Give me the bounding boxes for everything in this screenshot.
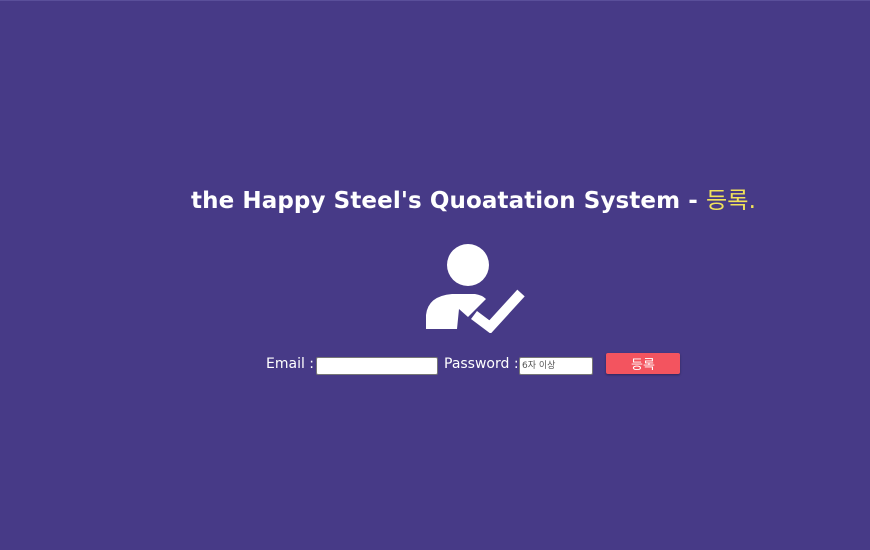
registration-page: the Happy Steel's Quoatation System - 등록… [0, 0, 870, 550]
password-field[interactable] [519, 357, 593, 375]
password-label: Password : [444, 356, 519, 372]
page-title: the Happy Steel's Quoatation System - 등록… [0, 181, 870, 215]
user-check-icon [424, 243, 528, 334]
registration-form: Email : Password : 등록 [0, 352, 870, 378]
page-title-main: the Happy Steel's Quoatation System - [191, 188, 707, 214]
page-title-accent: 등록. [706, 188, 756, 214]
email-field[interactable] [316, 357, 438, 375]
register-button[interactable]: 등록 [606, 353, 680, 374]
email-label: Email : [266, 356, 315, 372]
